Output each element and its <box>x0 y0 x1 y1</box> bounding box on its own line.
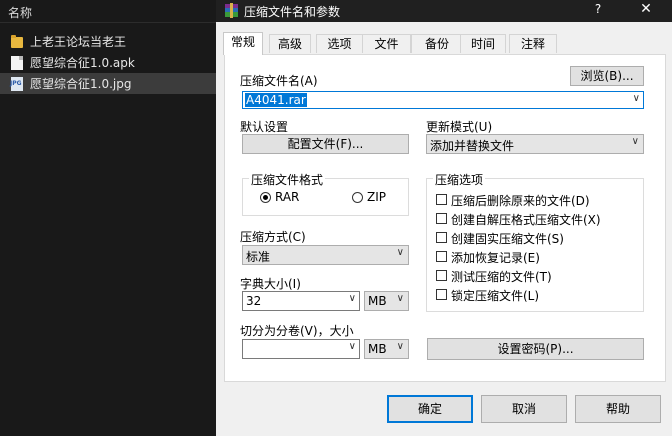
tab-comment[interactable]: 注释 <box>509 34 557 53</box>
archive-name-input[interactable]: A4041.rar ∨ <box>242 91 644 109</box>
split-volumes-label: 切分为分卷(V)，大小 <box>240 324 354 338</box>
folder-icon <box>11 34 23 48</box>
cancel-button[interactable]: 取消 <box>481 395 567 423</box>
archive-name-label: 压缩文件名(A) <box>240 74 318 88</box>
rar-label[interactable]: RAR <box>275 190 299 204</box>
compression-method-select[interactable]: 标准 ∨ <box>242 245 409 265</box>
archive-format-title: 压缩文件格式 <box>249 171 326 188</box>
jpg-badge: JPG <box>10 79 22 87</box>
update-mode-label: 更新模式(U) <box>426 120 493 134</box>
archive-format-group: 压缩文件格式 RAR ZIP <box>242 171 409 216</box>
file-row-jpg-selected[interactable]: JPG 愿望综合征1.0.jpg <box>0 73 216 94</box>
dictionary-unit-select[interactable]: MB ∨ <box>364 291 409 311</box>
archive-name-value: A4041.rar <box>245 93 307 107</box>
compression-method-label: 压缩方式(C) <box>240 230 306 244</box>
name-column-label: 名称 <box>8 6 33 20</box>
split-size-combo[interactable]: ∨ <box>242 339 360 359</box>
close-button[interactable]: ✕ <box>634 1 658 17</box>
compression-method-value: 标准 <box>246 250 271 264</box>
chevron-down-icon[interactable]: ∨ <box>349 341 356 352</box>
dialog-titlebar[interactable]: 压缩文件名和参数 ? ✕ <box>216 0 672 22</box>
zip-label[interactable]: ZIP <box>367 190 386 204</box>
rar-radio[interactable] <box>260 192 271 203</box>
archive-options-title: 压缩选项 <box>433 171 486 188</box>
dictionary-size-label: 字典大小(I) <box>240 277 301 291</box>
dictionary-size-combo[interactable]: 32 ∨ <box>242 291 360 311</box>
chevron-down-icon: ∨ <box>396 247 404 258</box>
dictionary-size-value: 32 <box>246 294 262 308</box>
lock-archive-label[interactable]: 锁定压缩文件(L) <box>451 287 539 304</box>
delete-after-archiving-label[interactable]: 压缩后删除原来的文件(D) <box>451 192 590 209</box>
tab-files[interactable]: 文件 <box>362 34 411 53</box>
update-mode-select[interactable]: 添加并替换文件 ∨ <box>426 134 644 154</box>
file-row-folder[interactable]: 上老王论坛当老王 <box>0 31 216 52</box>
default-settings-label: 默认设置 <box>240 120 289 134</box>
zip-radio[interactable] <box>352 192 363 203</box>
create-solid-label[interactable]: 创建固实压缩文件(S) <box>451 230 564 247</box>
profiles-button[interactable]: 配置文件(F)... <box>242 134 409 154</box>
file-explorer-pane: 名称 上老王论坛当老王 愿望综合征1.0.apk JPG 愿望综合征1.0.jp… <box>0 0 216 436</box>
tab-strip: 常规 高级 选项 文件 备份 时间 注释 <box>216 32 672 55</box>
tab-general[interactable]: 常规 <box>223 32 263 55</box>
chevron-down-icon[interactable]: ∨ <box>349 293 356 304</box>
name-column-header[interactable]: 名称 <box>0 0 216 23</box>
tab-time[interactable]: 时间 <box>460 34 506 53</box>
file-row-apk[interactable]: 愿望综合征1.0.apk <box>0 52 216 73</box>
archive-parameters-dialog: 压缩文件名和参数 ? ✕ 常规 高级 选项 文件 备份 时间 注释 压缩文件名(… <box>216 0 672 436</box>
create-sfx-label[interactable]: 创建自解压格式压缩文件(X) <box>451 211 601 228</box>
tab-advanced[interactable]: 高级 <box>269 34 311 53</box>
lock-archive-checkbox[interactable] <box>436 289 447 300</box>
set-password-button[interactable]: 设置密码(P)... <box>427 338 644 360</box>
delete-after-archiving-checkbox[interactable] <box>436 194 447 205</box>
chevron-down-icon: ∨ <box>396 341 404 352</box>
recovery-record-label[interactable]: 添加恢复记录(E) <box>451 249 540 266</box>
recovery-record-checkbox[interactable] <box>436 251 447 262</box>
winrar-app-icon <box>225 3 238 18</box>
chevron-down-icon: ∨ <box>396 293 404 304</box>
file-name: 愿望综合征1.0.jpg <box>30 77 132 91</box>
split-unit-value: MB <box>368 342 387 356</box>
create-sfx-checkbox[interactable] <box>436 213 447 224</box>
help-button[interactable]: 帮助 <box>575 395 661 423</box>
tab-backup[interactable]: 备份 <box>411 34 463 53</box>
help-title-button[interactable]: ? <box>590 2 606 16</box>
test-archive-checkbox[interactable] <box>436 270 447 281</box>
jpg-image-icon: JPG <box>10 76 23 91</box>
dictionary-unit-value: MB <box>368 294 387 308</box>
chevron-down-icon[interactable]: ∨ <box>633 93 640 104</box>
create-solid-checkbox[interactable] <box>436 232 447 243</box>
split-unit-select[interactable]: MB ∨ <box>364 339 409 359</box>
tab-options[interactable]: 选项 <box>316 34 363 53</box>
archive-options-group: 压缩选项 压缩后删除原来的文件(D) 创建自解压格式压缩文件(X) 创建固实压缩… <box>426 171 644 312</box>
document-icon <box>11 55 23 70</box>
chevron-down-icon: ∨ <box>631 136 639 147</box>
update-mode-value: 添加并替换文件 <box>430 139 515 153</box>
ok-button[interactable]: 确定 <box>387 395 473 423</box>
file-name: 愿望综合征1.0.apk <box>30 56 135 70</box>
dialog-title: 压缩文件名和参数 <box>244 5 341 19</box>
browse-button[interactable]: 浏览(B)... <box>570 66 644 86</box>
file-name: 上老王论坛当老王 <box>30 35 127 49</box>
test-archive-label[interactable]: 测试压缩的文件(T) <box>451 268 552 285</box>
